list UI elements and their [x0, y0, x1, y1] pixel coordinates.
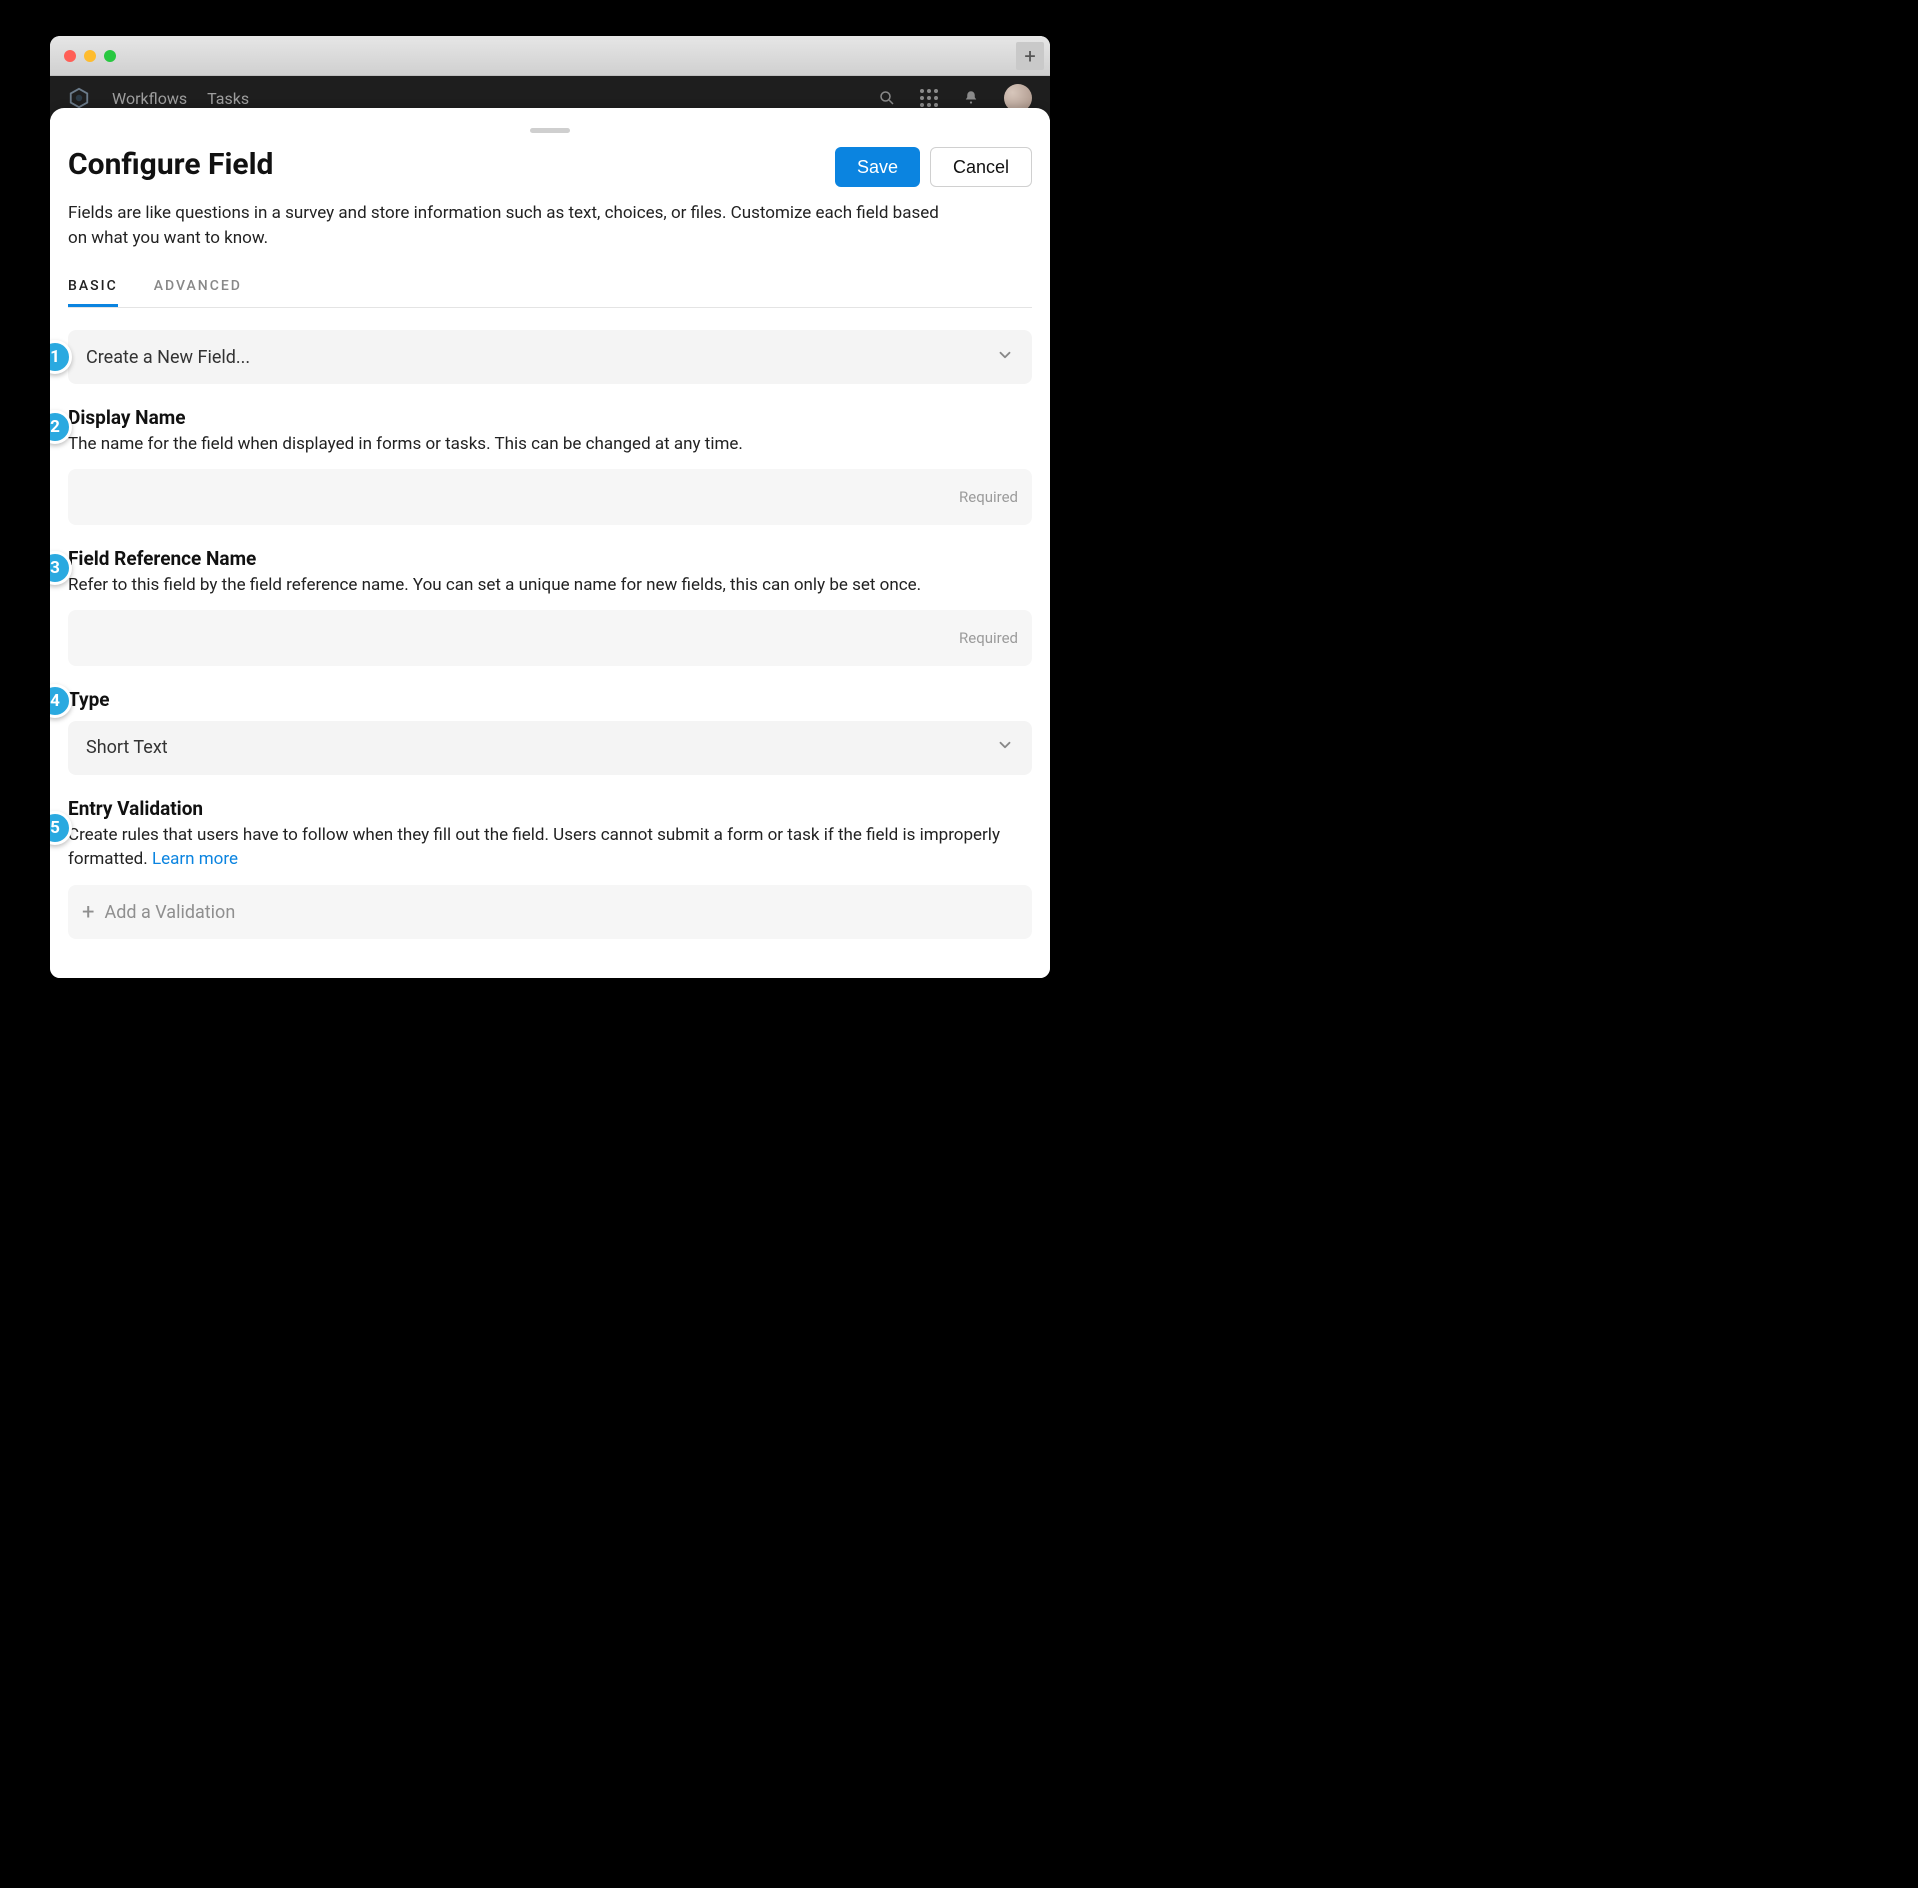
app-logo-icon	[68, 87, 90, 109]
learn-more-link[interactable]: Learn more	[152, 849, 238, 869]
reference-name-sub: Refer to this field by the field referen…	[68, 574, 1032, 598]
maximize-window-icon[interactable]	[104, 50, 116, 62]
tab-basic[interactable]: BASIC	[68, 278, 118, 307]
validation-label: Entry Validation	[68, 797, 1032, 820]
apps-grid-icon[interactable]	[920, 89, 938, 107]
new-tab-button[interactable]: +	[1016, 42, 1044, 70]
display-name-input-shell: Required	[68, 469, 1032, 525]
window-titlebar: +	[50, 36, 1050, 76]
type-value: Short Text	[86, 737, 168, 758]
close-window-icon[interactable]	[64, 50, 76, 62]
type-label: Type	[68, 688, 1032, 711]
display-name-input[interactable]	[82, 469, 942, 525]
reference-name-label: Field Reference Name	[68, 547, 1032, 570]
search-icon[interactable]	[878, 89, 896, 107]
cancel-button[interactable]: Cancel	[930, 147, 1032, 187]
nav-item-tasks[interactable]: Tasks	[207, 89, 249, 108]
add-validation-label: Add a Validation	[104, 902, 235, 923]
window-controls	[64, 50, 116, 62]
page-description: Fields are like questions in a survey an…	[68, 201, 958, 250]
chevron-down-icon	[996, 736, 1014, 759]
app-window: + Workflows Tasks	[50, 36, 1050, 978]
page-title: Configure Field	[68, 147, 273, 182]
bell-icon[interactable]	[962, 89, 980, 107]
required-label: Required	[959, 629, 1018, 647]
create-field-dropdown[interactable]: Create a New Field...	[68, 330, 1032, 384]
reference-name-input[interactable]	[82, 610, 942, 666]
chevron-down-icon	[996, 346, 1014, 369]
validation-sub: Create rules that users have to follow w…	[68, 824, 1032, 872]
display-name-sub: The name for the field when displayed in…	[68, 433, 1032, 457]
display-name-label: Display Name	[68, 406, 1032, 429]
top-nav: Workflows Tasks	[112, 89, 249, 108]
add-validation-button[interactable]: + Add a Validation	[68, 885, 1032, 939]
reference-name-input-shell: Required	[68, 610, 1032, 666]
save-button[interactable]: Save	[835, 147, 920, 187]
required-label: Required	[959, 488, 1018, 506]
nav-item-workflows[interactable]: Workflows	[112, 89, 187, 108]
tabs: BASIC ADVANCED	[68, 278, 1032, 308]
plus-icon: +	[82, 900, 94, 925]
configure-field-sheet: Configure Field Save Cancel Fields are l…	[50, 108, 1050, 978]
type-dropdown[interactable]: Short Text	[68, 721, 1032, 775]
create-field-dropdown-label: Create a New Field...	[86, 347, 250, 368]
sheet-drag-handle[interactable]	[530, 128, 570, 133]
tab-advanced[interactable]: ADVANCED	[154, 278, 242, 307]
minimize-window-icon[interactable]	[84, 50, 96, 62]
